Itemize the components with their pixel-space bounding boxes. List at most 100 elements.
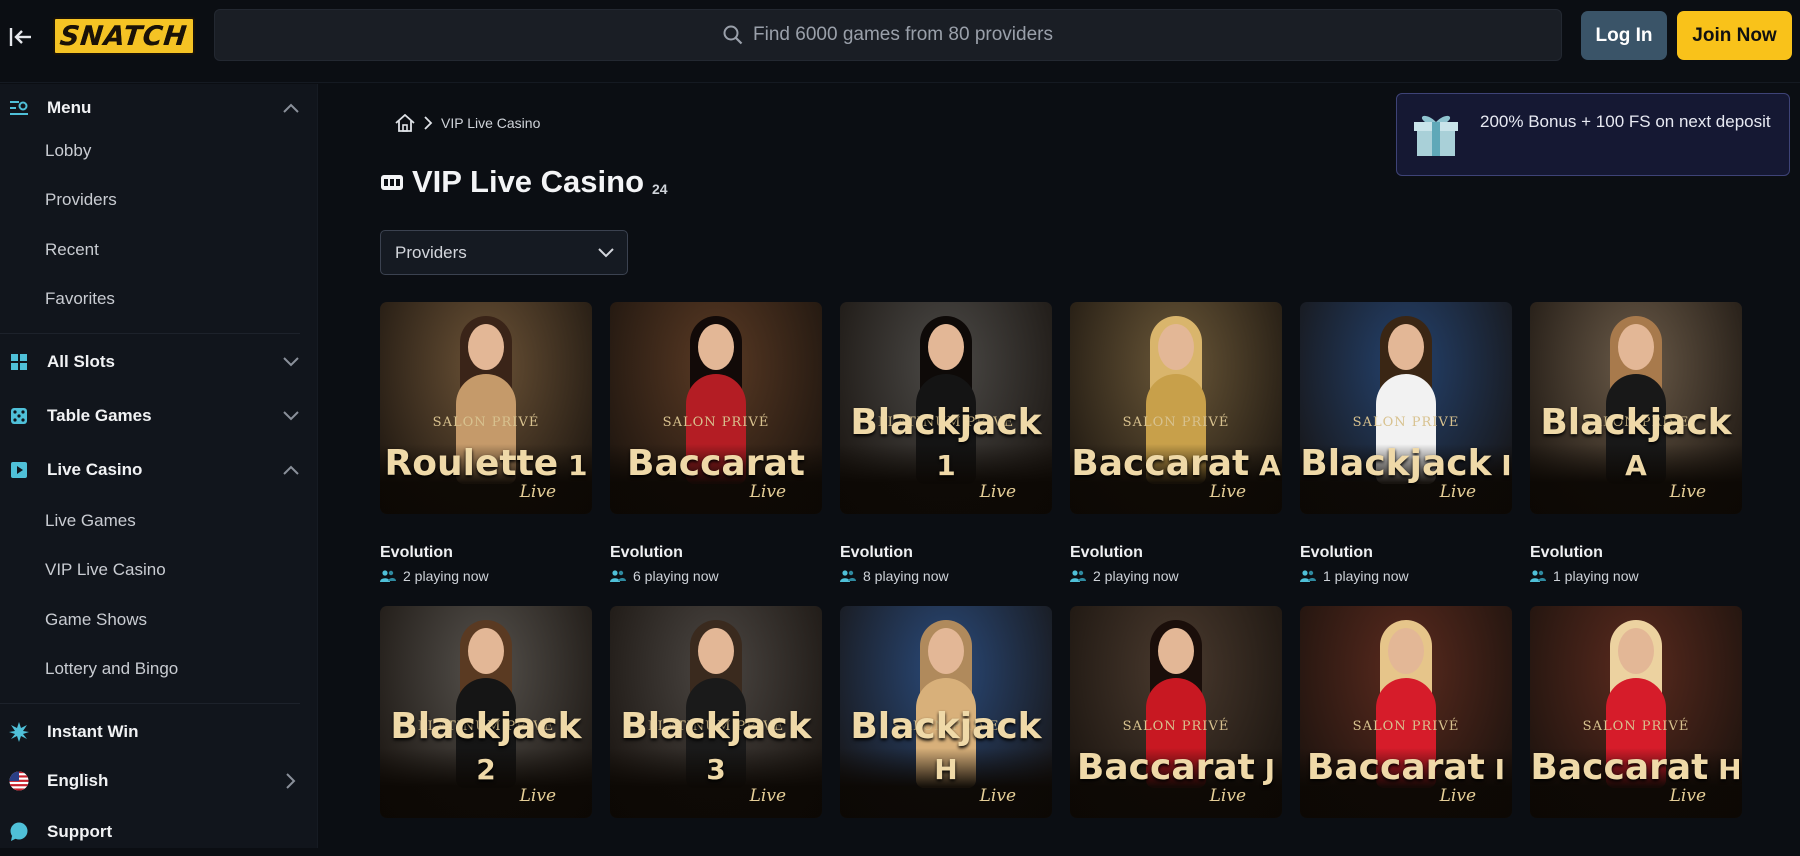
game-title: Baccarat I bbox=[1300, 747, 1512, 788]
sidebar-item-providers[interactable]: Providers bbox=[45, 190, 117, 210]
home-icon[interactable] bbox=[395, 114, 415, 132]
players-count-text: 6 playing now bbox=[633, 568, 719, 584]
game-card[interactable]: SALON PRIVÉ Baccarat J Live bbox=[1070, 606, 1282, 818]
game-thumbnail[interactable]: SALON PRIVÉ Baccarat Live bbox=[610, 302, 822, 514]
game-title: Baccarat H bbox=[1530, 747, 1742, 788]
game-brand: SALON PRIVÉ bbox=[1122, 719, 1230, 734]
bonus-banner[interactable]: 200% Bonus + 100 FS on next deposit bbox=[1396, 93, 1790, 176]
language-selector[interactable]: English bbox=[0, 757, 318, 805]
sidebar-item-game-shows[interactable]: Game Shows bbox=[45, 610, 147, 630]
game-card[interactable]: SALON PRIVE Blackjack I Live Evolution 1 pla… bbox=[1300, 302, 1512, 584]
sidebar-instant-win-label: Instant Win bbox=[47, 722, 139, 741]
slot-machine-icon bbox=[381, 175, 403, 190]
game-thumbnail[interactable]: PLATINUM PRIVÉ Blackjack 3 Live bbox=[610, 606, 822, 818]
sidebar-item-lobby[interactable]: Lobby bbox=[45, 141, 91, 161]
game-brand: SALON PRIVÉ bbox=[432, 415, 540, 430]
game-card[interactable]: SALON PRIVÉ Baccarat H Live bbox=[1530, 606, 1742, 818]
game-thumbnail[interactable]: SALON PRIVÉ Baccarat H Live bbox=[1530, 606, 1742, 818]
game-thumbnail[interactable]: SALON PRIVE Blackjack A Live bbox=[1530, 302, 1742, 514]
support-label: Support bbox=[47, 822, 113, 841]
game-thumbnail[interactable]: SALON PRIVÉ Roulette 1 Live bbox=[380, 302, 592, 514]
sidebar-all-slots-label: All Slots bbox=[47, 352, 116, 371]
game-card[interactable]: SALON PRIVÉ Baccarat A Live Evolution 2 play… bbox=[1070, 302, 1282, 584]
game-thumbnail[interactable]: SALON PRIVÉ Baccarat J Live bbox=[1070, 606, 1282, 818]
logo[interactable]: SNATCH bbox=[53, 17, 195, 55]
sidebar-item-live-casino[interactable]: Live Casino bbox=[0, 446, 318, 494]
support-button[interactable]: Support bbox=[0, 808, 318, 856]
search-input[interactable]: Find 6000 games from 80 providers bbox=[214, 9, 1562, 61]
sidebar-item-lottery-bingo[interactable]: Lottery and Bingo bbox=[45, 659, 178, 679]
game-thumbnail[interactable]: SALON PRIVÉ Baccarat I Live bbox=[1300, 606, 1512, 818]
chevron-down-icon bbox=[282, 407, 300, 425]
game-provider: Evolution bbox=[840, 544, 913, 561]
sidebar-menu-header[interactable]: Menu bbox=[0, 84, 318, 132]
providers-dropdown[interactable]: Providers bbox=[380, 230, 628, 275]
game-card[interactable]: SALON PRIVÉ Baccarat I Live bbox=[1300, 606, 1512, 818]
chevron-up-icon[interactable] bbox=[282, 99, 300, 117]
game-thumbnail[interactable]: SALON PRIVE Blackjack H Live bbox=[840, 606, 1052, 818]
sidebar-item-table-games[interactable]: Table Games bbox=[0, 392, 318, 440]
game-card[interactable]: SALON PRIVE Blackjack H Live bbox=[840, 606, 1052, 818]
game-card[interactable]: SALON PRIVE Blackjack A Live Evolution 1 pla… bbox=[1530, 302, 1742, 584]
sidebar-item-favorites[interactable]: Favorites bbox=[45, 289, 115, 309]
logo-text: SNATCH bbox=[58, 20, 190, 52]
game-thumbnail[interactable]: SALON PRIVE Blackjack I Live bbox=[1300, 302, 1512, 514]
sidebar-item-vip-live-casino[interactable]: VIP Live Casino bbox=[45, 560, 166, 580]
starburst-icon bbox=[9, 722, 29, 742]
login-button[interactable]: Log In bbox=[1581, 11, 1667, 60]
game-thumbnail[interactable]: PLATINUM PRIVÉ Blackjack 2 Live bbox=[380, 606, 592, 818]
game-title: Blackjack H bbox=[840, 706, 1052, 788]
game-brand: SALON PRIVE bbox=[1352, 415, 1460, 430]
search-placeholder: Find 6000 games from 80 providers bbox=[753, 24, 1053, 45]
game-title: Blackjack A bbox=[1530, 402, 1742, 484]
chevron-down-icon bbox=[597, 244, 615, 264]
dealer-face bbox=[1158, 324, 1194, 370]
players-count-text: 8 playing now bbox=[863, 568, 949, 584]
top-bar: SNATCH Find 6000 games from 80 providers… bbox=[0, 0, 1800, 83]
dealer-face bbox=[1388, 324, 1424, 370]
dealer-face bbox=[1618, 324, 1654, 370]
sidebar-item-live-games[interactable]: Live Games bbox=[45, 511, 136, 531]
game-title-name: Blackjack bbox=[1300, 443, 1492, 484]
breadcrumb: VIP Live Casino bbox=[395, 114, 540, 132]
game-card[interactable]: PLATINUM PRIVÉ Blackjack 3 Live bbox=[610, 606, 822, 818]
game-title-name: Baccarat bbox=[1530, 747, 1709, 788]
live-label: Live bbox=[979, 482, 1016, 502]
join-now-button[interactable]: Join Now bbox=[1677, 11, 1792, 60]
game-title: Baccarat bbox=[610, 443, 822, 484]
breadcrumb-current[interactable]: VIP Live Casino bbox=[441, 115, 540, 131]
collapse-sidebar-icon[interactable] bbox=[6, 22, 36, 52]
dealer-face bbox=[468, 628, 504, 674]
game-card[interactable]: PLATINUM PRIVÉ Blackjack 1 Live Evolution 8 … bbox=[840, 302, 1052, 584]
game-thumbnail[interactable]: PLATINUM PRIVÉ Blackjack 1 Live bbox=[840, 302, 1052, 514]
game-title-name: Blackjack bbox=[850, 706, 1042, 747]
sidebar-item-recent[interactable]: Recent bbox=[45, 240, 99, 260]
play-video-icon bbox=[9, 460, 29, 480]
game-card[interactable]: SALON PRIVÉ Roulette 1 Live Evolution 2 play… bbox=[380, 302, 592, 584]
game-title-suffix: I bbox=[1484, 753, 1506, 786]
game-title: Baccarat A bbox=[1070, 443, 1282, 484]
chevron-up-icon bbox=[282, 461, 300, 479]
users-icon bbox=[1530, 570, 1546, 582]
game-title-suffix: I bbox=[1491, 449, 1512, 482]
sidebar-item-all-slots[interactable]: All Slots bbox=[0, 338, 318, 386]
game-title-suffix: A bbox=[1625, 449, 1647, 482]
game-card[interactable]: SALON PRIVÉ Baccarat Live Evolution 6 playin… bbox=[610, 302, 822, 584]
dealer-face bbox=[1158, 628, 1194, 674]
game-brand: SALON PRIVÉ bbox=[1582, 719, 1690, 734]
game-card[interactable]: PLATINUM PRIVÉ Blackjack 2 Live bbox=[380, 606, 592, 818]
sidebar-item-instant-win[interactable]: Instant Win bbox=[0, 708, 318, 756]
page-title: VIP Live Casino 24 bbox=[380, 164, 668, 200]
users-icon bbox=[1070, 570, 1086, 582]
game-title-name: Blackjack bbox=[850, 402, 1042, 443]
users-icon bbox=[610, 570, 626, 582]
game-title-suffix: 1 bbox=[558, 449, 588, 482]
players-count-text: 2 playing now bbox=[403, 568, 489, 584]
game-thumbnail[interactable]: SALON PRIVÉ Baccarat A Live bbox=[1070, 302, 1282, 514]
page-title-text: VIP Live Casino bbox=[412, 164, 645, 199]
game-title-name: Baccarat bbox=[1071, 443, 1250, 484]
providers-dropdown-label: Providers bbox=[395, 242, 467, 262]
live-label: Live bbox=[519, 786, 556, 806]
players-count: 8 playing now bbox=[840, 568, 1052, 584]
dice-icon bbox=[9, 406, 29, 426]
